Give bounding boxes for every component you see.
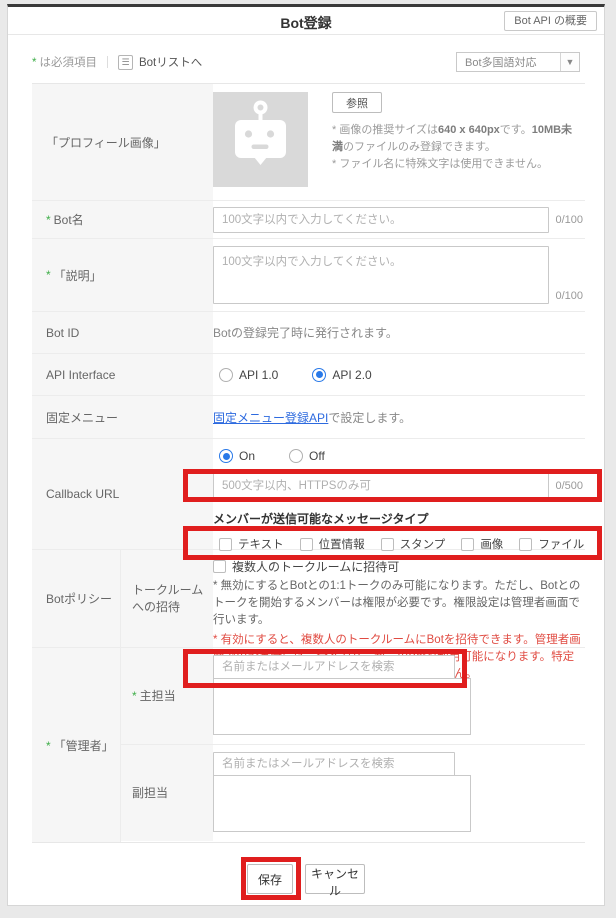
bot-id-label: Bot ID <box>32 312 213 353</box>
primary-admin-content <box>213 648 585 744</box>
profile-image-help: 参照 * 画像の推奨サイズは640 x 640pxです。10MB未満のファイルの… <box>332 92 578 200</box>
toolbar-separator <box>107 56 108 68</box>
callback-input-line: 0/500 <box>213 473 585 499</box>
required-note-text: は必須項目 <box>39 57 97 69</box>
profile-image-row: 「プロフィール画像」 参照 <box>32 84 585 201</box>
bot-name-counter: 0/100 <box>555 214 583 226</box>
required-asterisk: * <box>132 689 137 703</box>
bot-api-overview-button[interactable]: Bot API の概要 <box>504 11 597 31</box>
required-asterisk: * <box>46 213 51 227</box>
administrators-subrows: *主担当 副担当 <box>121 648 585 842</box>
bot-register-form: 「プロフィール画像」 参照 <box>32 83 585 843</box>
radio-icon <box>289 449 303 463</box>
callback-counter: 0/500 <box>555 480 583 492</box>
primary-admin-list[interactable] <box>213 678 471 735</box>
bot-name-input[interactable] <box>213 207 549 233</box>
required-note: *は必須項目 <box>32 54 97 70</box>
fixed-menu-row: 固定メニュー 固定メニュー登録API で設定します。 <box>32 396 585 439</box>
checkbox-icon <box>519 538 532 551</box>
message-type-heading: メンバーが送信可能なメッセージタイプ <box>213 510 585 527</box>
bot-id-row: Bot ID Botの登録完了時に発行されます。 <box>32 312 585 354</box>
cancel-button[interactable]: キャンセル <box>305 864 365 894</box>
policy-note-gray: * 無効にするとBotとの1:1トークのみ可能になります。ただし、Botとのトー… <box>213 578 585 629</box>
profile-image-note-1: * 画像の推奨サイズは640 x 640pxです。10MB未満のファイルのみ登録… <box>332 122 578 156</box>
callback-url-row: Callback URL On Off 0/500 メンバーが送信可能なメッセー… <box>32 439 585 550</box>
bot-policy-content: 複数人のトークルームに招待可 * 無効にするとBotとの1:1トークのみ可能にな… <box>213 550 585 647</box>
bot-id-value: Botの登録完了時に発行されます。 <box>213 312 585 353</box>
fixed-menu-content: 固定メニュー登録API で設定します。 <box>213 396 585 438</box>
callback-url-content: On Off 0/500 メンバーが送信可能なメッセージタイプ テキスト 位置情… <box>213 439 585 549</box>
header: Bot登録 Bot API の概要 <box>8 7 604 35</box>
checkbox-icon <box>213 560 226 573</box>
callback-url-label: Callback URL <box>32 439 213 549</box>
checkbox-icon <box>219 538 232 551</box>
bot-list-link-label: Botリストへ <box>139 54 202 70</box>
callback-off-radio[interactable]: Off <box>289 449 325 463</box>
fixed-menu-suffix: で設定します。 <box>328 409 411 426</box>
profile-image-placeholder <box>213 92 308 187</box>
description-textarea[interactable] <box>213 246 549 304</box>
profile-image-label: 「プロフィール画像」 <box>32 84 213 200</box>
checkbox-icon <box>300 538 313 551</box>
browse-button[interactable]: 参照 <box>332 92 382 113</box>
primary-admin-search-input[interactable] <box>213 655 455 679</box>
description-row: *「説明」 0/100 <box>32 239 585 312</box>
description-counter: 0/100 <box>555 290 583 302</box>
api-2-radio[interactable]: API 2.0 <box>312 368 371 382</box>
api-interface-content: API 1.0 API 2.0 <box>213 354 585 395</box>
footer: 保存 キャンセル <box>8 864 604 894</box>
bot-name-row: *Bot名 0/100 <box>32 201 585 239</box>
required-asterisk: * <box>46 739 51 753</box>
toolbar-left: *は必須項目 ☰ Botリストへ <box>32 54 202 70</box>
secondary-admin-search-input[interactable] <box>213 752 455 776</box>
bot-policy-label: Botポリシー <box>32 550 121 647</box>
bot-language-dropdown-value: Bot多国語対応 <box>457 54 560 70</box>
primary-admin-label: *主担当 <box>121 648 213 744</box>
bot-name-content: 0/100 <box>213 201 585 238</box>
api-1-radio[interactable]: API 1.0 <box>219 368 278 382</box>
callback-url-input[interactable] <box>213 473 549 499</box>
bot-policy-row: Botポリシー トークルームへの招待 複数人のトークルームに招待可 * 無効にす… <box>32 550 585 648</box>
secondary-admin-search-wrap <box>213 752 455 776</box>
administrators-label: *「管理者」 <box>32 648 121 842</box>
primary-admin-search-wrap <box>213 655 455 679</box>
page-background: Bot登録 Bot API の概要 *は必須項目 ☰ Botリストへ Bot多国… <box>0 0 616 918</box>
radio-selected-icon <box>219 449 233 463</box>
talkroom-invite-label: トークルームへの招待 <box>121 550 213 647</box>
bot-list-link[interactable]: ☰ Botリストへ <box>118 54 202 70</box>
primary-admin-row: *主担当 <box>121 648 585 745</box>
radio-selected-icon <box>312 368 326 382</box>
required-asterisk: * <box>46 268 51 282</box>
description-content: 0/100 <box>213 239 585 311</box>
fixed-menu-api-link[interactable]: 固定メニュー登録API <box>213 409 328 426</box>
callback-toggle-group: On Off <box>213 449 585 463</box>
secondary-admin-label: 副担当 <box>121 745 213 841</box>
checkbox-icon <box>381 538 394 551</box>
bot-register-panel: Bot登録 Bot API の概要 *は必須項目 ☰ Botリストへ Bot多国… <box>7 4 605 906</box>
profile-image-note-2: * ファイル名に特殊文字は使用できません。 <box>332 156 578 173</box>
secondary-admin-row: 副担当 <box>121 745 585 841</box>
multi-talkroom-checkbox[interactable]: 複数人のトークルームに招待可 <box>213 558 585 575</box>
save-button[interactable]: 保存 <box>247 864 293 894</box>
required-asterisk: * <box>32 57 36 69</box>
bot-name-label: *Bot名 <box>32 201 213 238</box>
robot-icon <box>213 92 308 187</box>
toolbar: *は必須項目 ☰ Botリストへ Bot多国語対応 ▼ <box>32 51 580 73</box>
checkbox-icon <box>461 538 474 551</box>
api-interface-row: API Interface API 1.0 API 2.0 <box>32 354 585 396</box>
api-interface-label: API Interface <box>32 354 213 395</box>
list-icon: ☰ <box>118 55 133 70</box>
administrators-row: *「管理者」 *主担当 副担当 <box>32 648 585 842</box>
callback-on-radio[interactable]: On <box>219 449 255 463</box>
secondary-admin-list[interactable] <box>213 775 471 832</box>
bot-language-dropdown[interactable]: Bot多国語対応 ▼ <box>456 52 580 72</box>
profile-image-content: 参照 * 画像の推奨サイズは640 x 640pxです。10MB未満のファイルの… <box>213 84 585 200</box>
description-label: *「説明」 <box>32 239 213 311</box>
radio-icon <box>219 368 233 382</box>
secondary-admin-content <box>213 745 585 841</box>
chevron-down-icon: ▼ <box>560 53 579 71</box>
fixed-menu-label: 固定メニュー <box>32 396 213 438</box>
